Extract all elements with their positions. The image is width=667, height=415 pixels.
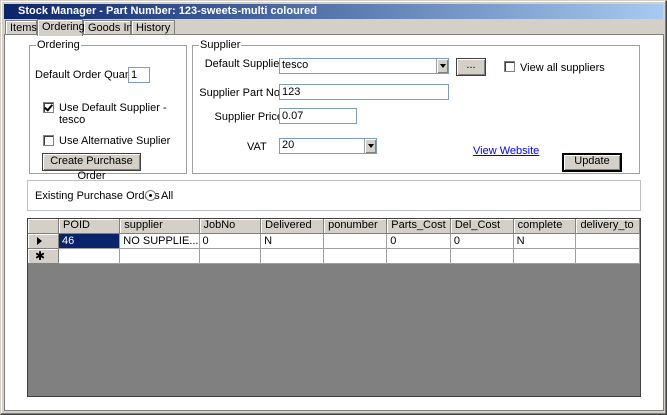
chevron-down-icon[interactable] <box>436 59 448 73</box>
ordering-group: Ordering Default Order Quantity Use Defa… <box>29 39 187 182</box>
new-cell[interactable] <box>58 248 121 264</box>
panel-body: Ordering Default Order Quantity Use Defa… <box>5 35 663 410</box>
default-supplier-combo[interactable]: tesco <box>279 58 449 74</box>
tab-goods-in[interactable]: Goods In <box>83 20 133 35</box>
new-cell[interactable] <box>260 248 325 264</box>
default-supplier-label: Default Supplier <box>204 58 283 70</box>
grid-header-row: POID supplier JobNo Delivered ponumber P… <box>28 219 640 234</box>
vat-combo[interactable]: 20 <box>279 138 377 154</box>
new-cell[interactable] <box>323 248 388 264</box>
cell-delivery-to[interactable] <box>575 233 640 249</box>
ordering-tab-panel: Ordering Default Order Quantity Use Defa… <box>4 34 664 411</box>
view-all-suppliers-checkbox[interactable] <box>504 61 515 72</box>
cell-complete[interactable]: N <box>513 233 577 249</box>
supplier-group: Supplier Default Supplier tesco ... View… <box>192 39 640 174</box>
existing-po-bar: Existing Purchase Orders All <box>27 180 641 211</box>
column-header-complete[interactable]: complete <box>513 219 577 234</box>
cell-supplier[interactable]: NO SUPPLIE... <box>119 233 200 249</box>
part-no-input[interactable] <box>279 84 449 100</box>
cell-jobno[interactable]: 0 <box>199 233 262 249</box>
column-header-delivered[interactable]: Delivered <box>260 219 325 234</box>
column-header-del-cost[interactable]: Del_Cost <box>450 219 514 234</box>
cell-ponumber[interactable] <box>323 233 388 249</box>
column-header-parts-cost[interactable]: Parts_Cost <box>386 219 451 234</box>
view-all-suppliers-label: View all suppliers <box>520 62 605 74</box>
new-cell[interactable] <box>386 248 451 264</box>
new-cell[interactable] <box>575 248 640 264</box>
cell-poid[interactable]: 46 <box>58 233 121 249</box>
default-supplier-value: tesco <box>282 59 309 71</box>
new-cell[interactable] <box>450 248 514 264</box>
default-qty-input[interactable] <box>128 67 150 83</box>
cell-delivered[interactable]: N <box>260 233 325 249</box>
chevron-down-icon[interactable] <box>364 139 376 153</box>
browse-supplier-button[interactable]: ... <box>456 58 486 76</box>
price-label: Supplier Price <box>214 111 283 123</box>
tab-history[interactable]: History <box>131 20 175 35</box>
column-header-delivery-to[interactable]: delivery_to <box>575 219 640 234</box>
new-row[interactable]: ✱ <box>28 248 640 264</box>
new-cell[interactable] <box>199 248 262 264</box>
current-row-arrow-icon <box>37 236 42 245</box>
grid-corner-header[interactable] <box>28 219 60 234</box>
all-orders-radio[interactable] <box>145 190 156 201</box>
use-default-supplier-name: tesco <box>59 114 86 126</box>
table-row[interactable]: 46 NO SUPPLIE... 0 N 0 0 N <box>28 233 640 249</box>
column-header-ponumber[interactable]: ponumber <box>323 219 388 234</box>
view-website-link[interactable]: View Website <box>473 145 539 157</box>
column-header-supplier[interactable]: supplier <box>119 219 200 234</box>
tab-ordering[interactable]: Ordering <box>37 19 85 36</box>
use-alt-supplier-checkbox[interactable] <box>43 135 54 146</box>
row-header[interactable] <box>28 233 60 249</box>
column-header-poid[interactable]: POID <box>58 219 121 234</box>
window-title: Stock Manager - Part Number: 123-sweets-… <box>4 4 663 19</box>
cell-del-cost[interactable]: 0 <box>450 233 514 249</box>
create-purchase-order-button[interactable]: Create Purchase Order <box>42 153 141 182</box>
purchase-orders-grid[interactable]: POID supplier JobNo Delivered ponumber P… <box>27 218 641 397</box>
vat-value: 20 <box>282 139 295 151</box>
new-row-asterisk-icon: ✱ <box>35 248 46 263</box>
use-default-supplier-checkbox[interactable] <box>43 102 54 113</box>
supplier-legend: Supplier <box>199 39 242 51</box>
existing-po-label: Existing Purchase Orders <box>35 190 160 202</box>
use-alt-supplier-label: Use Alternative Suplier <box>59 135 171 147</box>
column-header-jobno[interactable]: JobNo <box>199 219 262 234</box>
main-window: Stock Manager - Part Number: 123-sweets-… <box>0 0 667 415</box>
tab-items[interactable]: Items <box>5 20 37 35</box>
new-cell[interactable] <box>513 248 577 264</box>
all-orders-label: All <box>161 190 174 202</box>
purchase-orders-table: POID supplier JobNo Delivered ponumber P… <box>28 219 640 264</box>
part-no-label: Supplier Part No: <box>199 87 283 99</box>
new-row-header[interactable]: ✱ <box>28 248 60 264</box>
cell-parts-cost[interactable]: 0 <box>386 233 451 249</box>
ordering-legend: Ordering <box>36 39 81 51</box>
price-input[interactable] <box>279 108 357 124</box>
vat-label: VAT <box>247 141 267 153</box>
update-button[interactable]: Update <box>562 153 622 172</box>
new-cell[interactable] <box>119 248 200 264</box>
